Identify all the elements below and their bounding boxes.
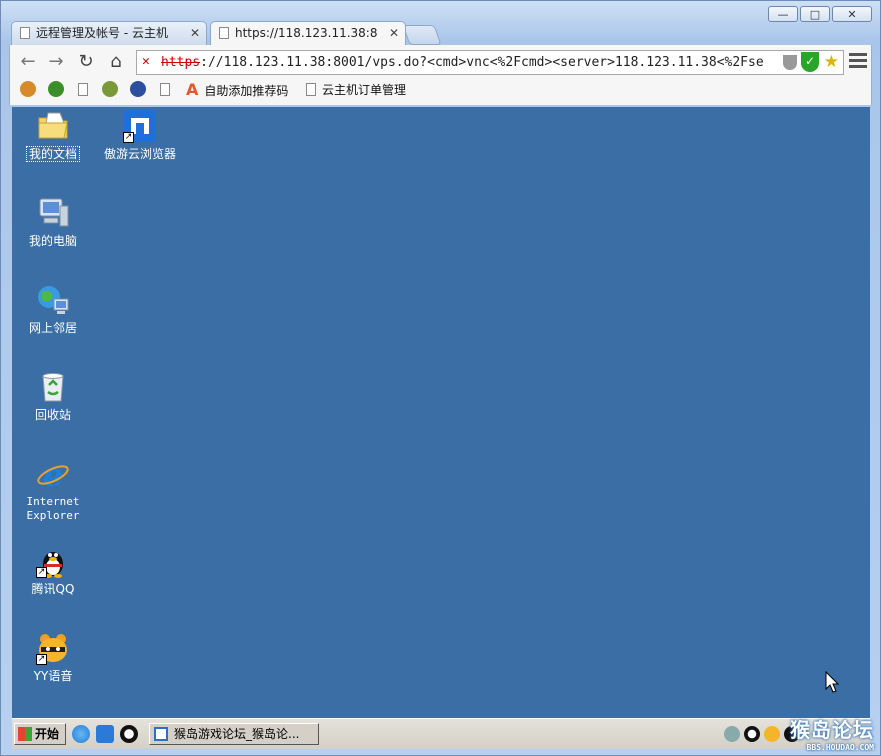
network-icon [36, 283, 70, 317]
desktop-icon-qq[interactable]: ↗ 腾讯QQ [12, 544, 98, 596]
bookmark-monkey[interactable] [20, 80, 42, 100]
remote-desktop[interactable]: 我的文档 ↗ 傲游云浏览器 我的电脑 网上邻居 回收站 e Internet E… [12, 107, 870, 718]
maximize-button[interactable]: □ [800, 6, 830, 22]
page-icon [160, 83, 170, 96]
ie-label-line1: Internet [26, 495, 80, 508]
insecure-lock-icon: ✕ [142, 54, 150, 69]
taskbar-item-forum[interactable]: 猴岛游戏论坛_猴岛论... [149, 723, 319, 745]
shortcut-arrow-icon: ↗ [36, 654, 47, 665]
tab-remote-management[interactable]: 远程管理及帐号 - 云主机 ✕ [11, 21, 207, 45]
tray-network-icon[interactable] [724, 726, 740, 742]
desktop-icon-maxthon[interactable]: ↗ 傲游云浏览器 [95, 109, 185, 161]
tree-icon [48, 81, 64, 97]
close-window-button[interactable]: ✕ [832, 6, 872, 22]
desktop-icon-my-documents[interactable]: 我的文档 [12, 109, 98, 162]
bookmark-order-management[interactable]: 云主机订单管理 [306, 80, 406, 100]
desktop-icon-network-places[interactable]: 网上邻居 [12, 283, 98, 335]
recycle-bin-icon [36, 370, 70, 404]
bookmark-star-icon[interactable]: ★ [824, 51, 839, 74]
quicklaunch-ie-icon[interactable] [72, 725, 90, 743]
start-button[interactable]: 开始 [14, 723, 66, 745]
page-icon [20, 27, 30, 39]
bookmark-tree[interactable] [48, 80, 70, 100]
back-arrow-icon[interactable]: ← [16, 51, 40, 73]
svg-text:e: e [43, 457, 63, 491]
tab-vnc-url[interactable]: https://118.123.11.38:8 ✕ [210, 21, 406, 45]
tray-yy-icon[interactable] [764, 726, 780, 742]
green-shield-check-icon[interactable]: ✓ [801, 52, 819, 72]
forward-arrow-icon[interactable]: → [44, 51, 68, 73]
tab-close-icon[interactable]: ✕ [389, 22, 399, 44]
address-bar[interactable]: ✕ https://118.123.11.38:8001/vps.do?<cmd… [136, 50, 844, 75]
yy-icon: ↗ [36, 631, 70, 665]
desktop-icon-yy[interactable]: ↗ YY语音 [12, 631, 98, 683]
tab-close-icon[interactable]: ✕ [190, 22, 200, 44]
maxthon-icon: ↗ [123, 109, 157, 143]
desktop-icon-recycle-bin[interactable]: 回收站 [12, 370, 98, 422]
browser-toolbar: ← → ↻ ⌂ ✕ https://118.123.11.38:8001/vps… [9, 45, 872, 105]
bookmark-qq[interactable] [130, 80, 152, 100]
ie-icon: e [36, 456, 70, 494]
tray-qq-icon[interactable] [744, 726, 760, 742]
quicklaunch-qq-icon[interactable] [120, 725, 138, 743]
tab-title: 远程管理及帐号 - 云主机 [36, 26, 168, 40]
bookmark-referral-code[interactable]: A 自助添加推荐码 [186, 80, 288, 100]
a-logo-icon: A [186, 80, 199, 99]
shield-icon[interactable] [783, 55, 797, 70]
bookmark-game[interactable] [102, 80, 124, 100]
menu-icon[interactable] [849, 53, 867, 71]
address-url: https://118.123.11.38:8001/vps.do?<cmd>v… [161, 55, 764, 70]
computer-icon [36, 196, 70, 230]
quicklaunch-maxthon-icon[interactable] [96, 725, 114, 743]
game-icon [102, 81, 118, 97]
reload-icon[interactable]: ↻ [74, 51, 98, 73]
shortcut-arrow-icon: ↗ [123, 132, 134, 143]
qq-penguin-icon: ↗ [36, 544, 70, 578]
mouse-cursor-icon [825, 670, 840, 696]
desktop-icon-internet-explorer[interactable]: e Internet Explorer [12, 456, 98, 523]
bookmark-page[interactable] [78, 80, 94, 100]
bookmarks-bar: A 自助添加推荐码 云主机订单管理 [10, 80, 871, 102]
maxthon-icon [154, 727, 168, 741]
taskbar: 开始 猴岛游戏论坛_猴岛论... [12, 718, 870, 749]
shortcut-arrow-icon: ↗ [36, 567, 47, 578]
desktop-icon-my-computer[interactable]: 我的电脑 [12, 196, 98, 248]
home-icon[interactable]: ⌂ [104, 51, 128, 73]
page-icon [78, 83, 88, 96]
new-tab-button[interactable] [402, 25, 442, 45]
bookmark-page[interactable] [160, 80, 176, 100]
minimize-button[interactable]: — [768, 6, 798, 22]
browser-window: — □ ✕ 远程管理及帐号 - 云主机 ✕ https://118.123.11… [0, 0, 881, 756]
windows-logo-icon [18, 727, 32, 741]
page-icon [219, 27, 229, 39]
folder-icon [36, 109, 70, 143]
monkey-icon [20, 81, 36, 97]
qq-icon [130, 81, 146, 97]
page-icon [306, 83, 316, 96]
ie-label-line2: Explorer [26, 509, 80, 522]
forum-watermark: 猴岛论坛 BBS.HOUDAO.COM [790, 718, 874, 752]
window-controls: — □ ✕ [768, 6, 872, 22]
tab-title: https://118.123.11.38:8 [235, 26, 378, 40]
